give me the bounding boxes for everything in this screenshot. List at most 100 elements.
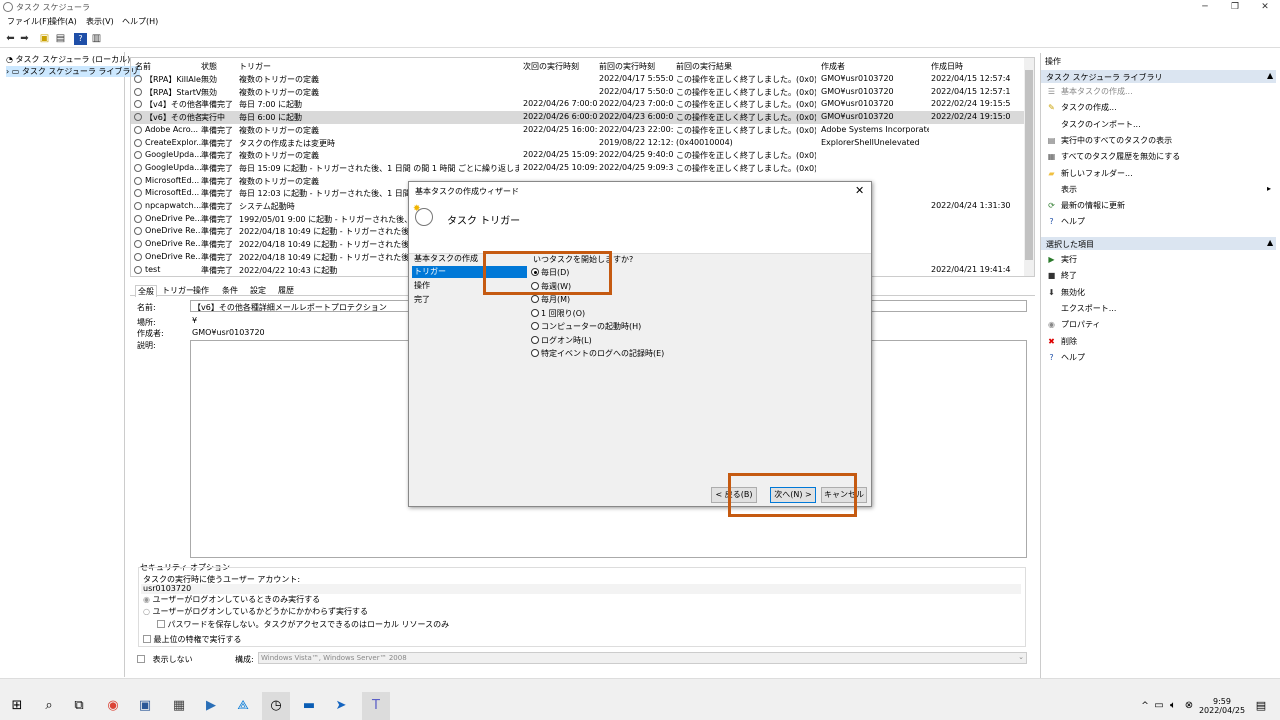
tab-triggers[interactable]: トリガー — [162, 285, 194, 296]
table-row[interactable]: GoogleUpda... 準備完了 複数のトリガーの定義 2022/04/25 15… — [131, 149, 1024, 162]
radio-button[interactable] — [531, 349, 539, 357]
tab-actions[interactable]: 操作 — [193, 285, 209, 296]
task-scheduler-taskbar-button[interactable]: ◷ — [262, 692, 290, 720]
radio-button[interactable] — [531, 335, 539, 344]
cell-last: 2022/04/17 5:50:00 — [599, 86, 674, 96]
action-item[interactable]: 新しいフォルダー... — [1061, 168, 1133, 179]
column-header-last-run[interactable]: 前回の実行時刻 — [599, 61, 655, 72]
actions-section-selected[interactable]: 選択した項目 ▲ — [1041, 237, 1276, 250]
app-icon-2[interactable]: ▬ — [300, 697, 318, 715]
action-item[interactable]: エクスポート... — [1061, 303, 1116, 314]
step-finish[interactable]: 完了 — [412, 294, 527, 306]
title-bar: タスク スケジューラ ─ ❐ ✕ — [0, 0, 1280, 14]
cell-last: 2022/04/23 22:00:55 — [599, 124, 674, 134]
clock[interactable]: 9:59 2022/04/25 — [1198, 697, 1246, 715]
action-item[interactable]: ヘルプ — [1061, 352, 1085, 363]
actions-pane: 操作 タスク スケジューラ ライブラリ ▲ ☰ 基本タスクの作成... ✎ タスクの作成… — [1040, 53, 1280, 678]
radio-button[interactable] — [531, 295, 539, 303]
show-hide-action-pane-icon[interactable]: ▥ — [90, 33, 103, 45]
option-highest-privileges[interactable]: 最上位の特権で実行する — [143, 634, 242, 645]
trigger-option-3[interactable]: 1 回限り(O) — [531, 308, 585, 319]
tab-history[interactable]: 履歴 — [278, 285, 294, 296]
tab-conditions[interactable]: 条件 — [222, 285, 238, 296]
powershell-icon[interactable]: ▶ — [202, 697, 220, 715]
tab-settings[interactable]: 設定 — [250, 285, 266, 296]
cell-result: この操作を正しく終了しました。(0x0) — [676, 75, 816, 84]
dialog-close-button[interactable]: ✕ — [855, 184, 864, 197]
teams-taskbar-button[interactable]: T — [362, 692, 390, 720]
radio-label: 毎月(M) — [541, 295, 571, 304]
action-item[interactable]: 最新の情報に更新 — [1061, 200, 1125, 211]
action-item[interactable]: すべてのタスク履歴を無効にする — [1061, 151, 1180, 162]
column-header-name[interactable]: 名前 — [135, 61, 151, 72]
option-do-not-store-password[interactable]: パスワードを保存しない。タスクがアクセスできるのはローカル リソースのみ — [157, 619, 449, 630]
option-regardless-logon[interactable]: ○ ユーザーがログオンしているかどうかにかかわらず実行する — [143, 606, 368, 617]
radio-button[interactable] — [531, 322, 539, 330]
trigger-option-6[interactable]: 特定イベントのログへの記録時(E) — [531, 348, 664, 359]
action-item[interactable]: プロパティ — [1061, 319, 1101, 330]
help-icon[interactable]: ? — [74, 33, 87, 45]
tree-item-root[interactable]: ◔ タスク スケジューラ (ローカル) — [6, 54, 130, 65]
action-item[interactable]: 終了 — [1061, 270, 1077, 281]
radio-button[interactable] — [531, 308, 539, 317]
back-arrow-icon[interactable]: ⬅ — [4, 33, 17, 45]
action-item[interactable]: タスクの作成... — [1061, 102, 1117, 113]
action-item[interactable]: 実行 — [1061, 254, 1077, 265]
action-item[interactable]: ヘルプ — [1061, 216, 1085, 227]
vscode-icon[interactable]: ⟁ — [234, 697, 252, 715]
create-basic-task-icon: ☰ — [1047, 87, 1056, 96]
trigger-option-5[interactable]: ログオン時(L) — [531, 335, 592, 346]
menu-help[interactable]: ヘルプ(H) — [122, 16, 158, 27]
scrollbar-thumb[interactable] — [1025, 70, 1033, 260]
cell-result: この操作を正しく終了しました。(0x0) — [676, 151, 816, 161]
trigger-option-4[interactable]: コンピューターの起動時(H) — [531, 321, 641, 332]
column-header-next-run[interactable]: 次回の実行時刻 — [523, 61, 579, 72]
task-list-scrollbar[interactable] — [1024, 58, 1034, 276]
action-item[interactable]: 基本タスクの作成... — [1061, 86, 1133, 97]
power-automate-icon[interactable]: ➤ — [332, 697, 350, 715]
column-header-author[interactable]: 作成者 — [821, 61, 845, 72]
table-row[interactable]: CreateExplor... 準備完了 タスクの作成または変更時 2019/08/2… — [131, 137, 1024, 150]
option-logged-on-only[interactable]: ◉ ユーザーがログオンしているときのみ実行する — [143, 594, 320, 605]
action-item[interactable]: 無効化 — [1061, 287, 1085, 298]
action-item[interactable]: 削除 — [1061, 336, 1077, 347]
action-item[interactable]: タスクのインポート... — [1061, 119, 1141, 130]
table-row[interactable]: 【RPA】KillAlert無効 複数のトリガーの定義 2022/04/17 5:5… — [131, 73, 1024, 86]
menu-action[interactable]: 操作(A) — [49, 16, 77, 27]
menu-file[interactable]: ファイル(F) — [7, 16, 50, 27]
remote-desktop-icon[interactable]: ▣ — [136, 697, 154, 715]
chrome-icon[interactable]: ◉ — [104, 697, 122, 715]
description-label: 説明: — [137, 341, 156, 350]
actions-section-library[interactable]: タスク スケジューラ ライブラリ ▲ — [1041, 70, 1276, 83]
hidden-checkbox[interactable]: 表示しない — [137, 654, 193, 665]
tree-item-library[interactable]: › ▭ タスク スケジューラ ライブラリ — [6, 66, 141, 77]
table-row[interactable]: 【RPA】StartV...無効 複数のトリガーの定義 2022/04/17 5:5… — [131, 86, 1024, 99]
table-row[interactable]: 【v4】その他各...準備完了毎日 7:00 に起動 2022/04/26 7:0… — [131, 98, 1024, 111]
column-header-last-result[interactable]: 前回の実行結果 — [676, 61, 732, 72]
meet-now-icon[interactable]: ⊗ — [1180, 697, 1198, 715]
table-row[interactable]: GoogleUpda... 準備完了 毎日 15:09 に起動 - トリガーされた後… — [131, 162, 1024, 175]
close-button[interactable]: ✕ — [1250, 0, 1280, 14]
menu-view[interactable]: 表示(V) — [86, 16, 114, 27]
cell-result: この操作を正しく終了しました。(0x0) — [676, 87, 816, 97]
app-icon-1[interactable]: ▦ — [170, 697, 188, 715]
table-row[interactable]: 【v6】その他各...実行中 毎日 6:00 に起動 2022/04/26 6:00… — [131, 111, 1024, 125]
action-item[interactable]: 表示 — [1061, 184, 1077, 195]
column-header-created[interactable]: 作成日時 — [931, 61, 963, 72]
search-icon[interactable]: ⌕ — [40, 697, 58, 715]
start-icon[interactable]: ⊞ — [8, 697, 26, 715]
action-item[interactable]: 実行中のすべてのタスクの表示 — [1061, 135, 1172, 146]
tab-general[interactable]: 全般 — [135, 285, 157, 297]
task-view-icon[interactable]: ⧉ — [70, 697, 88, 715]
trigger-option-2[interactable]: 毎月(M) — [531, 294, 570, 305]
forward-arrow-icon[interactable]: ➡ — [18, 33, 31, 45]
folder-up-icon[interactable]: ▣ — [38, 33, 51, 45]
maximize-button[interactable]: ❐ — [1220, 0, 1250, 14]
config-select[interactable]: Windows Vista™, Windows Server™ 2008 ⌄ — [258, 652, 1027, 664]
column-header-trigger[interactable]: トリガー — [239, 61, 271, 72]
notification-icon[interactable]: ▤ — [1252, 697, 1270, 715]
column-header-status[interactable]: 状態 — [201, 61, 217, 72]
show-hide-tree-icon[interactable]: ▤ — [54, 33, 67, 45]
table-row[interactable]: Adobe Acro... 準備完了 複数のトリガーの定義 2022/04/25 16… — [131, 124, 1024, 137]
minimize-button[interactable]: ─ — [1190, 0, 1220, 14]
